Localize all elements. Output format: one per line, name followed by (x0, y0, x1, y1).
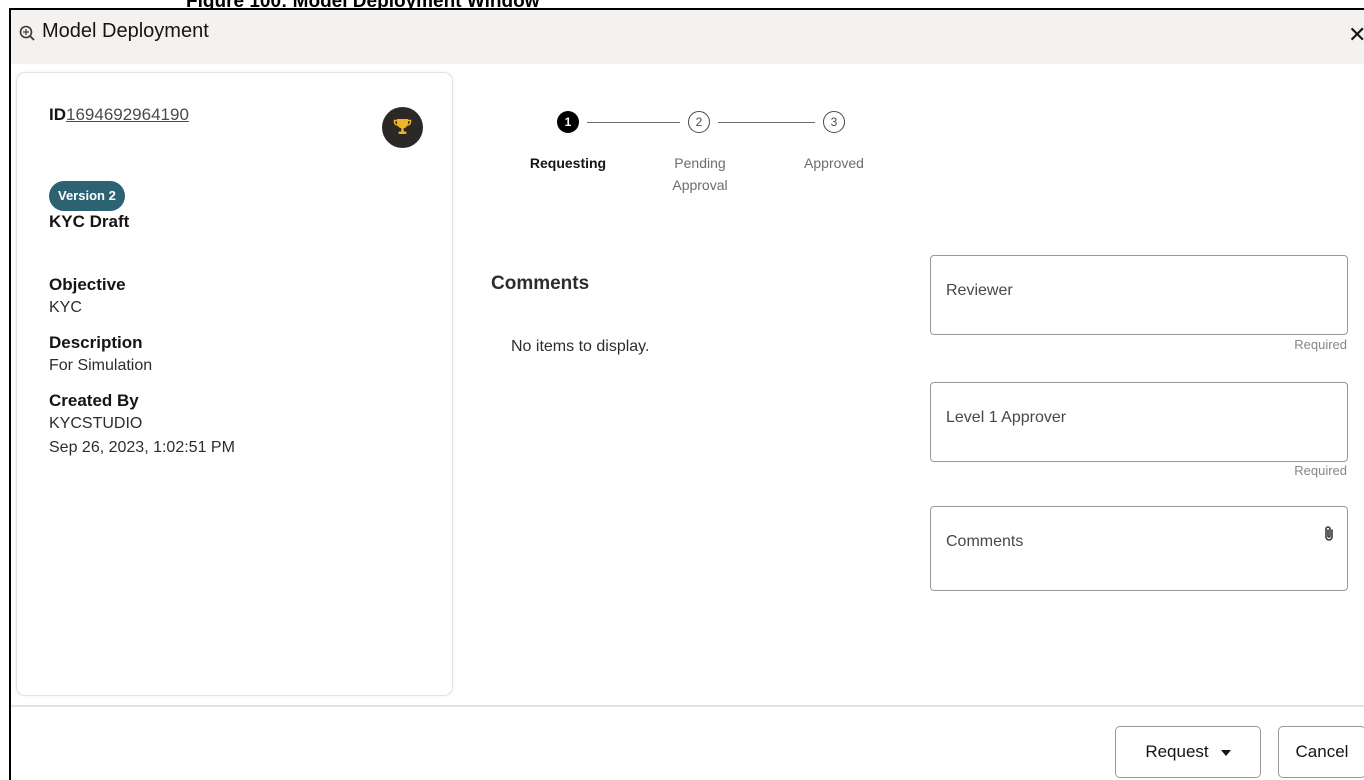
model-deployment-dialog: Model Deployment ✕ ID1694692964190 Versi… (9, 8, 1364, 780)
dialog-titlebar: Model Deployment ✕ (11, 10, 1364, 64)
dialog-title: Model Deployment (42, 20, 209, 42)
cancel-button[interactable]: Cancel (1278, 726, 1364, 778)
step-label-pending: Pending Approval (672, 155, 728, 193)
model-icon (19, 25, 35, 41)
created-by-label: Created By (49, 391, 139, 410)
created-on-value: Sep 26, 2023, 1:02:51 PM (49, 439, 235, 456)
footer-divider (11, 705, 1364, 707)
comments-empty-text: No items to display. (511, 338, 650, 355)
step-connector (718, 122, 815, 123)
attachment-icon[interactable] (1321, 525, 1337, 543)
trophy-icon (382, 107, 423, 148)
step-connector (587, 122, 680, 123)
approver-required-hint: Required (1294, 463, 1347, 478)
created-by-value: KYCSTUDIO (49, 415, 143, 432)
approver-placeholder: Level 1 Approver (946, 409, 1067, 426)
comments-field[interactable]: Comments (930, 506, 1348, 591)
comments-placeholder: Comments (946, 533, 1024, 550)
reviewer-placeholder: Reviewer (946, 282, 1013, 299)
reviewer-required-hint: Required (1294, 337, 1347, 352)
level-1-approver-field[interactable]: Level 1 Approver (930, 382, 1348, 462)
description-label: Description (49, 333, 143, 352)
step-label-requesting: Requesting (529, 155, 607, 171)
close-icon[interactable]: ✕ (1348, 24, 1364, 46)
id-label: ID (49, 105, 66, 124)
comments-heading: Comments (491, 273, 590, 294)
description-value: For Simulation (49, 357, 153, 374)
step-3-icon: 3 (823, 111, 845, 133)
objective-label: Objective (49, 275, 126, 294)
chevron-down-icon (1220, 749, 1231, 756)
step-1-icon: 1 (557, 111, 579, 133)
step-label-approved: Approved (804, 155, 864, 171)
reviewer-field[interactable]: Reviewer (930, 255, 1348, 335)
model-summary-card: ID1694692964190 Version 2 KYC Draft Obje… (16, 72, 453, 696)
model-name: KYC Draft (49, 212, 130, 231)
model-id: ID1694692964190 (49, 105, 189, 125)
step-2-icon: 2 (688, 111, 710, 133)
request-label: Request (1145, 742, 1209, 761)
model-id-link[interactable]: 1694692964190 (66, 105, 189, 124)
version-badge: Version 2 (49, 181, 125, 211)
objective-value: KYC (49, 299, 82, 316)
request-button[interactable]: Request (1115, 726, 1261, 778)
